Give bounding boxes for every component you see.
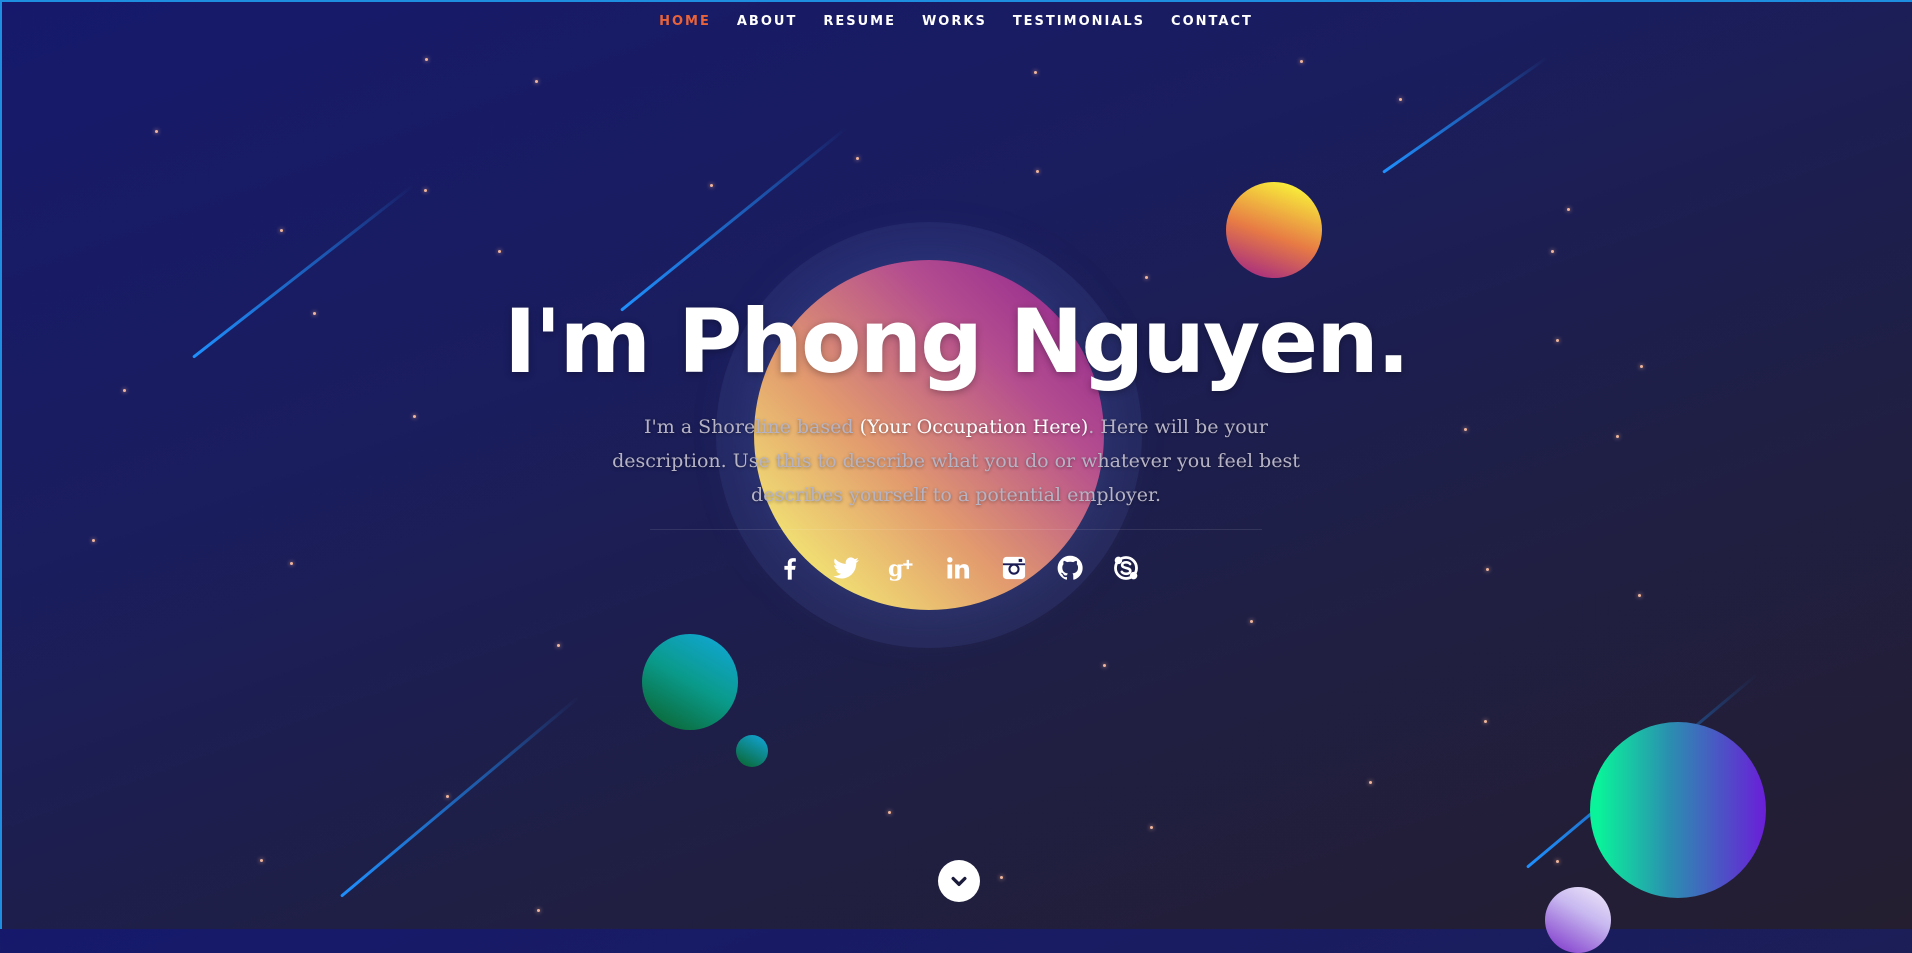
instagram-icon xyxy=(1002,556,1026,580)
facebook-link[interactable] xyxy=(776,553,804,583)
star xyxy=(710,184,713,187)
star xyxy=(1103,664,1106,667)
lilac-planet xyxy=(1545,887,1611,953)
star xyxy=(537,909,540,912)
star xyxy=(1145,276,1148,279)
star xyxy=(1000,876,1003,879)
shooting-star xyxy=(620,126,848,312)
twitter-link[interactable] xyxy=(832,553,860,583)
star xyxy=(1369,781,1372,784)
shooting-star xyxy=(1382,56,1548,174)
nav-item-contact[interactable]: CONTACT xyxy=(1171,14,1253,29)
nav-item-testimonials[interactable]: TESTIMONIALS xyxy=(1013,14,1145,29)
hero-description-intro: I'm a Shoreline based xyxy=(644,416,860,438)
star xyxy=(535,80,538,83)
hero-description: I'm a Shoreline based (Your Occupation H… xyxy=(596,410,1316,512)
star xyxy=(155,130,158,133)
star xyxy=(424,189,427,192)
linkedin-link[interactable] xyxy=(944,553,972,583)
nav-item-resume[interactable]: RESUME xyxy=(823,14,896,29)
star xyxy=(1300,60,1303,63)
star xyxy=(1150,826,1153,829)
star xyxy=(1464,428,1467,431)
star xyxy=(1250,620,1253,623)
skype-icon xyxy=(1114,556,1138,580)
facebook-icon xyxy=(784,558,796,580)
instagram-link[interactable] xyxy=(1000,553,1028,583)
star xyxy=(1616,435,1619,438)
star xyxy=(1556,860,1559,863)
star xyxy=(1034,71,1037,74)
hero-occupation: (Your Occupation Here) xyxy=(859,416,1089,438)
star xyxy=(446,795,449,798)
star xyxy=(1036,170,1039,173)
github-link[interactable] xyxy=(1056,553,1084,583)
star xyxy=(557,644,560,647)
skype-link[interactable] xyxy=(1112,553,1140,583)
star xyxy=(888,811,891,814)
main-nav: HOME ABOUT RESUME WORKS TESTIMONIALS CON… xyxy=(0,14,1912,29)
linkedin-icon xyxy=(947,557,970,579)
star xyxy=(1399,98,1402,101)
small-teal-moon xyxy=(736,735,768,767)
left-accent-line xyxy=(0,0,2,929)
nav-item-works[interactable]: WORKS xyxy=(922,14,987,29)
hero-divider xyxy=(650,529,1262,530)
star xyxy=(1486,568,1489,571)
star xyxy=(1484,720,1487,723)
star xyxy=(260,859,263,862)
yellow-planet xyxy=(1226,182,1322,278)
star xyxy=(1638,594,1641,597)
hero-title: I'm Phong Nguyen. xyxy=(503,290,1410,393)
star xyxy=(290,562,293,565)
star xyxy=(1551,250,1554,253)
twitter-icon xyxy=(833,557,859,579)
social-links: g xyxy=(776,553,1140,583)
teal-planet xyxy=(642,634,738,730)
nav-item-about[interactable]: ABOUT xyxy=(737,14,797,29)
nav-item-home[interactable]: HOME xyxy=(659,14,711,29)
scroll-down-button[interactable] xyxy=(938,860,980,902)
star xyxy=(1567,208,1570,211)
star xyxy=(498,250,501,253)
star xyxy=(280,229,283,232)
google-plus-icon: g xyxy=(888,556,913,582)
top-accent-line xyxy=(0,0,1912,2)
green-purple-planet xyxy=(1590,722,1766,898)
star xyxy=(856,157,859,160)
star xyxy=(413,415,416,418)
star xyxy=(92,539,95,542)
chevron-down-icon xyxy=(951,876,967,886)
github-icon xyxy=(1057,555,1083,580)
star xyxy=(425,58,428,61)
shooting-star xyxy=(340,696,580,898)
google-plus-link[interactable]: g xyxy=(888,553,916,583)
svg-text:g: g xyxy=(888,556,904,582)
